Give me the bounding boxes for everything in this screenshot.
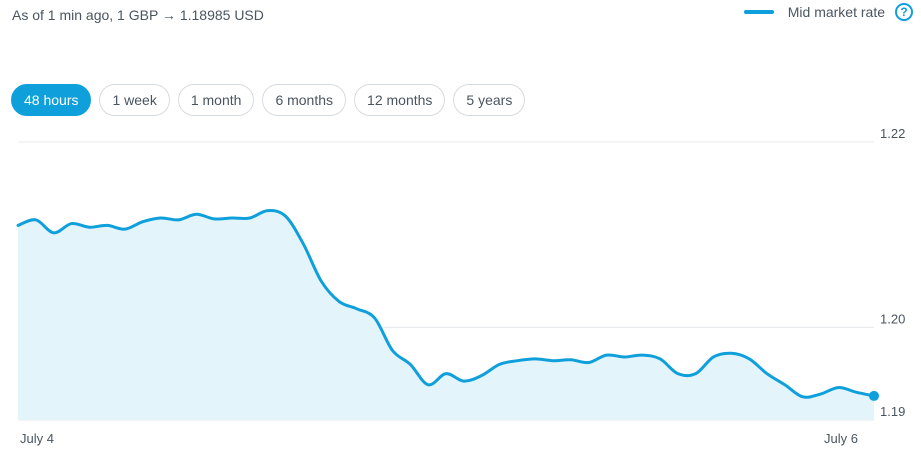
last-rate-marker (869, 390, 879, 401)
y-tick-label-1.19: 1.19 (880, 404, 905, 419)
y-tick-label-1.20: 1.20 (880, 311, 905, 326)
rate-area-fill (18, 210, 874, 420)
y-tick-label-1.22: 1.22 (880, 126, 905, 141)
x-tick-label-start: July 4 (20, 431, 54, 446)
rate-chart: 1.19 1.20 1.22 July 4 July 6 (16, 126, 905, 446)
x-tick-label-end: July 6 (824, 431, 858, 446)
